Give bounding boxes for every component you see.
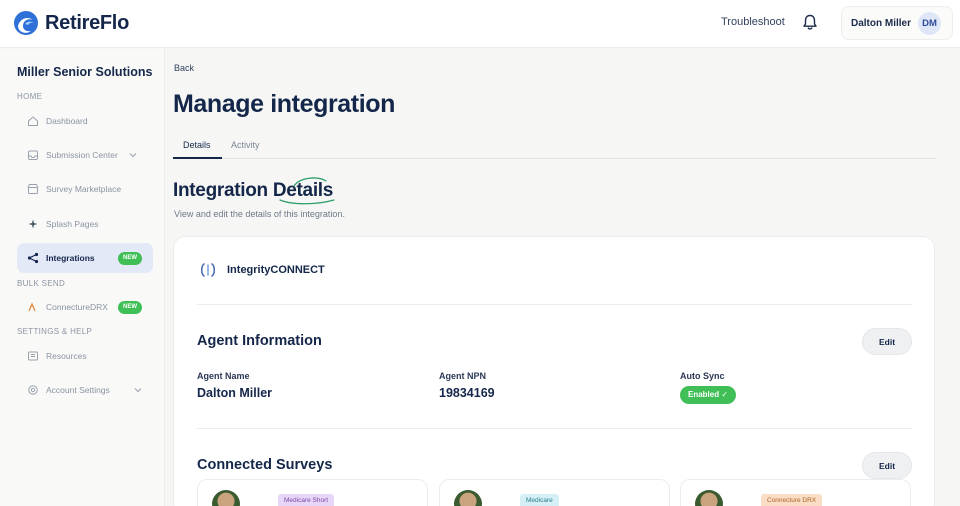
- agent-npn-label: Agent NPN: [439, 371, 486, 381]
- sidebar-item-account-settings[interactable]: Account Settings: [17, 375, 153, 405]
- organization-name: Miller Senior Solutions: [17, 65, 153, 79]
- chevron-down-icon[interactable]: [129, 152, 137, 158]
- avatar: DM: [918, 12, 941, 35]
- divider: [197, 304, 912, 305]
- section-label-home: HOME: [17, 92, 43, 101]
- edit-surveys-button[interactable]: Edit: [862, 452, 912, 479]
- tab-activity[interactable]: Activity: [231, 140, 260, 150]
- chevron-down-icon[interactable]: [134, 387, 142, 393]
- survey-avatar: [695, 490, 723, 506]
- user-name: Dalton Miller: [851, 18, 912, 29]
- app-name: RetireFlo: [45, 11, 129, 34]
- survey-avatar: [454, 490, 482, 506]
- page-title: Manage integration: [173, 90, 395, 118]
- book-icon: [28, 351, 38, 361]
- sidebar-item-label: Submission Center: [46, 150, 118, 160]
- top-bar: RetireFlo Troubleshoot Dalton Miller DM: [0, 0, 960, 48]
- survey-tag: Medicare Short: [278, 494, 335, 506]
- app-logo[interactable]: RetireFlo: [12, 9, 129, 37]
- agent-npn-value: 19834169: [439, 386, 495, 400]
- provider-name: IntegrityCONNECT: [227, 264, 325, 276]
- sidebar-item-label: Survey Marketplace: [46, 184, 122, 194]
- auto-sync-label: Auto Sync: [680, 371, 725, 381]
- new-badge: NEW: [118, 301, 142, 314]
- bell-icon[interactable]: [801, 13, 819, 31]
- sidebar-item-survey-marketplace[interactable]: Survey Marketplace: [17, 174, 153, 204]
- sidebar-item-submission-center[interactable]: Submission Center: [17, 140, 153, 170]
- survey-tag: Medicare: [520, 494, 559, 506]
- connected-survey-card[interactable]: Medicare Short: [197, 479, 428, 506]
- agent-name-label: Agent Name: [197, 371, 250, 381]
- sidebar-item-label: Account Settings: [46, 385, 110, 395]
- tab-bar: Details Activity: [173, 134, 936, 159]
- sidebar-item-dashboard[interactable]: Dashboard: [17, 106, 153, 136]
- retireflo-logo-icon: [14, 11, 38, 35]
- edit-agent-button[interactable]: Edit: [862, 328, 912, 355]
- inbox-icon: [28, 150, 38, 160]
- survey-tag: Connecture DRX: [761, 494, 823, 506]
- auto-sync-status-badge: Enabled ✓: [680, 386, 737, 404]
- divider: [197, 428, 912, 429]
- connecture-icon: [28, 302, 36, 312]
- user-menu[interactable]: Dalton Miller DM: [841, 6, 953, 40]
- sidebar-item-connecturedrx[interactable]: ConnectureDRX NEW: [17, 292, 153, 322]
- survey-avatar: [212, 490, 240, 506]
- gear-icon: [28, 385, 38, 395]
- cursor-highlight-scribble: [279, 177, 335, 205]
- sidebar-item-resources[interactable]: Resources: [17, 341, 153, 371]
- new-badge: NEW: [118, 252, 142, 265]
- troubleshoot-link[interactable]: Troubleshoot: [721, 16, 785, 28]
- connected-survey-card[interactable]: Medicare: [439, 479, 670, 506]
- agent-information-heading: Agent Information: [197, 333, 322, 349]
- store-icon: [27, 184, 39, 194]
- sidebar: Miller Senior Solutions HOME Dashboard S…: [0, 49, 165, 506]
- sidebar-item-label: Integrations: [46, 253, 95, 263]
- sidebar-item-integrations[interactable]: Integrations NEW: [17, 243, 153, 273]
- integrations-icon: [27, 252, 39, 264]
- tab-details[interactable]: Details: [183, 140, 211, 150]
- sidebar-item-label: ConnectureDRX: [46, 302, 108, 312]
- sidebar-item-label: Dashboard: [46, 116, 88, 126]
- back-link[interactable]: Back: [174, 63, 194, 73]
- section-label-bulk-send: BULK SEND: [17, 279, 66, 288]
- sidebar-item-label: Splash Pages: [46, 219, 99, 229]
- section-label-settings-help: SETTINGS & HELP: [17, 327, 93, 336]
- integration-details-card: IntegrityCONNECT Agent Information Edit …: [173, 236, 935, 506]
- sidebar-item-splash-pages[interactable]: Splash Pages: [17, 209, 153, 239]
- connected-survey-card[interactable]: Connecture DRX: [680, 479, 911, 506]
- agent-name-value: Dalton Miller: [197, 386, 273, 400]
- splash-icon: [28, 219, 38, 229]
- integrityconnect-logo-icon: [200, 263, 216, 277]
- home-icon: [28, 116, 38, 126]
- active-tab-indicator: [173, 157, 222, 159]
- connected-surveys-heading: Connected Surveys: [197, 457, 333, 473]
- section-subtitle: View and edit the details of this integr…: [174, 209, 345, 219]
- sidebar-item-label: Resources: [46, 351, 87, 361]
